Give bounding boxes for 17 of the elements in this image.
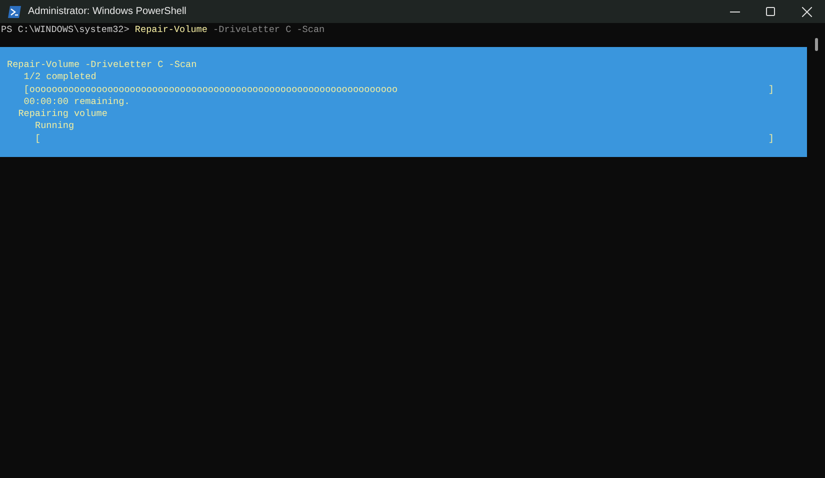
activity-title: Repair-Volume -DriveLetter C -Scan xyxy=(7,59,197,72)
close-icon xyxy=(802,6,812,16)
progress-bar-end: ] xyxy=(768,132,774,146)
maximize-icon xyxy=(766,6,776,16)
command-name: Repair-Volume xyxy=(134,24,208,35)
progress-text: 1/2 completed xyxy=(24,71,96,84)
scrollbar-thumb[interactable] xyxy=(814,38,818,51)
progress-bar-text: [ xyxy=(35,132,41,146)
command-arguments: -DriveLetter C -Scan xyxy=(213,24,325,35)
powershell-icon xyxy=(8,6,21,18)
progress-text: 00:00:00 remaining. xyxy=(24,96,130,108)
progress-text: Running xyxy=(35,120,74,133)
prompt-path: PS C:\WINDOWS\system32> xyxy=(1,24,130,35)
window-title: Administrator: Windows PowerShell xyxy=(28,6,188,17)
progress-bar-end: ] xyxy=(768,84,774,96)
activity-title: Repairing volume xyxy=(18,108,108,120)
progress-bar-text: [oooooooooooooooooooooooooooooooooooooooooooooooooooooooooooooooooo xyxy=(24,84,398,96)
